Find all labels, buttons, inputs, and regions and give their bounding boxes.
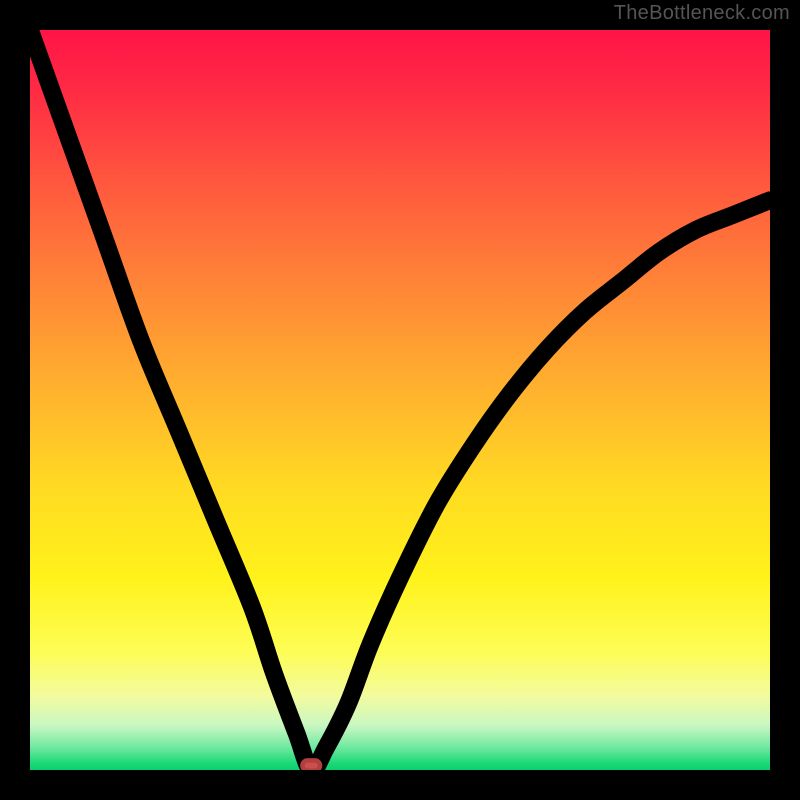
curve-svg <box>30 30 770 770</box>
chart-frame: TheBottleneck.com <box>0 0 800 800</box>
min-marker <box>302 760 320 770</box>
watermark-text: TheBottleneck.com <box>614 2 790 25</box>
plot-area <box>30 30 770 770</box>
bottleneck-curve <box>30 30 770 770</box>
